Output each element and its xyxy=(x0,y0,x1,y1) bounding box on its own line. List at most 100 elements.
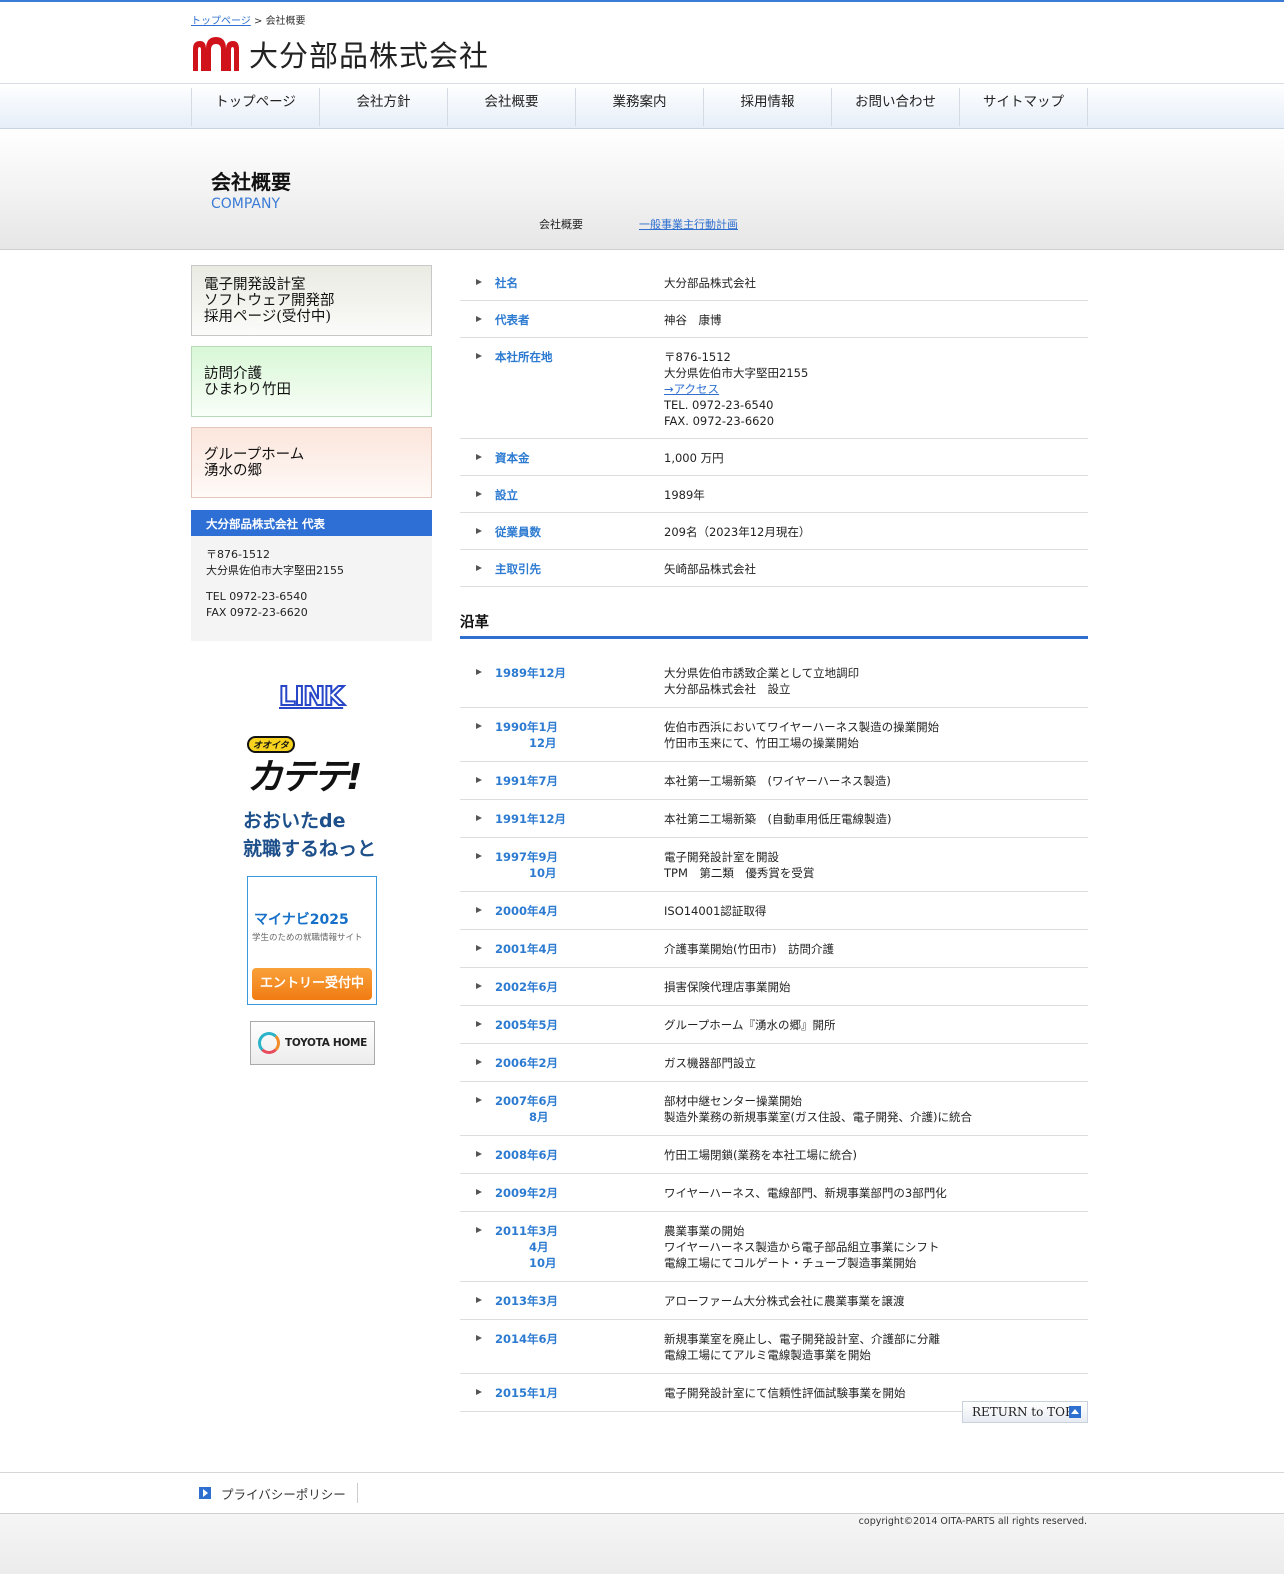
profile-key: 社名 xyxy=(460,275,664,291)
history-date: 1991年7月 xyxy=(460,773,664,789)
history-event: 介護事業開始(竹田市) 訪問介護 xyxy=(664,941,1088,957)
sub-nav-action-plan-link[interactable]: 一般事業主行動計画 xyxy=(639,216,738,232)
profile-value: 矢崎部品株式会社 xyxy=(664,562,756,576)
banner-line: ひまわり竹田 xyxy=(204,381,291,398)
mynavi-entry-button[interactable]: エントリー受付中 xyxy=(252,968,372,1000)
sub-nav: 会社概要 一般事業主行動計画 xyxy=(539,216,738,232)
history-row: 2008年6月 竹田工場閉鎖(業務を本社工場に統合) xyxy=(460,1136,1088,1174)
profile-row: 設立 1989年 xyxy=(460,476,1088,513)
history-event-line: 佐伯市西浜においてワイヤーハーネス製造の操業開始 xyxy=(664,720,940,734)
site-logo[interactable]: 大分部品株式会社 xyxy=(191,34,489,74)
history-event-line: TPM 第二類 優秀賞を受賞 xyxy=(664,866,815,880)
profile-value: 1,000 万円 xyxy=(664,451,724,465)
hq-postal: 〒876-1512 xyxy=(664,350,731,364)
history-event: 竹田工場閉鎖(業務を本社工場に統合) xyxy=(664,1147,1088,1163)
katete-banner[interactable]: オオイタ カテテ! xyxy=(247,736,377,798)
history-row: 2005年5月 グループホーム『湧水の郷』開所 xyxy=(460,1006,1088,1044)
history-event-line: 製造外業務の新規事業室(ガス住設、電子開発、介護)に統合 xyxy=(664,1110,972,1124)
link-heading: LINK xyxy=(278,681,345,713)
footer-nav: プライバシーポリシー xyxy=(0,1472,1284,1514)
history-date: 1990年1月 12月 xyxy=(460,719,664,751)
history-event: ワイヤーハーネス、電線部門、新規事業部門の3部門化 xyxy=(664,1185,1088,1201)
history-date: 2006年2月 xyxy=(460,1055,664,1071)
history-date-line: 2001年4月 xyxy=(495,942,559,956)
history-table: 1989年12月 大分県佐伯市誘致企業として立地調印 大分部品株式会社 設立 1990… xyxy=(460,654,1088,1412)
nav-item-business[interactable]: 業務案内 xyxy=(576,88,704,126)
history-event-line: アローファーム大分株式会社に農業事業を譲渡 xyxy=(664,1294,905,1308)
nav-item-contact[interactable]: お問い合わせ xyxy=(832,88,960,126)
global-nav: トップページ 会社方針 会社概要 業務案内 採用情報 お問い合わせ サイトマップ xyxy=(191,88,1088,126)
breadcrumb-current: 会社概要 xyxy=(265,16,306,27)
history-date-line: 2002年6月 xyxy=(495,980,559,994)
history-date-line: 2015年1月 xyxy=(495,1386,559,1400)
history-event: 電子開発設計室を開設 TPM 第二類 優秀賞を受賞 xyxy=(664,849,1088,881)
main-content: 社名 大分部品株式会社 代表者 神谷 康博 本社所在地 〒876-1512 大分… xyxy=(460,264,1088,1412)
breadcrumb-separator: > xyxy=(250,16,266,27)
history-event: ガス機器部門設立 xyxy=(664,1055,1088,1071)
banner-home-care[interactable]: 訪問介護 ひまわり竹田 xyxy=(191,346,432,417)
banner-line: ソフトウェア開発部 xyxy=(204,292,335,309)
sidebar: 電子開発設計室 ソフトウェア開発部 採用ページ(受付中) 訪問介護 ひまわり竹田… xyxy=(191,265,432,641)
profile-key: 資本金 xyxy=(460,450,664,466)
history-event-line: ISO14001認証取得 xyxy=(664,904,767,918)
top-accent-line xyxy=(0,0,1284,2)
oita-job-net-banner[interactable]: おおいたde 就職するねっと xyxy=(243,806,376,861)
global-nav-bar: トップページ 会社方針 会社概要 業務案内 採用情報 お問い合わせ サイトマップ xyxy=(0,83,1284,129)
nav-item-company[interactable]: 会社概要 xyxy=(448,88,576,126)
oita-line2: 就職するねっと xyxy=(243,838,377,860)
nav-item-top[interactable]: トップページ xyxy=(192,88,320,126)
page-subtitle: COMPANY xyxy=(211,196,281,212)
sub-nav-current: 会社概要 xyxy=(539,218,583,231)
toyota-home-banner[interactable]: TOYOTA HOME xyxy=(250,1021,375,1065)
profile-key: 主取引先 xyxy=(460,561,664,577)
history-date-line: 10月 xyxy=(529,866,557,880)
privacy-policy-link[interactable]: プライバシーポリシー xyxy=(199,1483,358,1503)
history-row: 1997年9月 10月 電子開発設計室を開設 TPM 第二類 優秀賞を受賞 xyxy=(460,838,1088,892)
history-row: 1989年12月 大分県佐伯市誘致企業として立地調印 大分部品株式会社 設立 xyxy=(460,654,1088,708)
profile-row: 本社所在地 〒876-1512 大分県佐伯市大字堅田2155 →アクセス TEL… xyxy=(460,338,1088,439)
banner-line: 採用ページ(受付中) xyxy=(204,308,332,325)
return-to-top-button[interactable]: RETURN to TOP xyxy=(962,1401,1088,1423)
copyright: copyright©2014 OITA-PARTS all rights res… xyxy=(858,1516,1087,1527)
company-logo-icon xyxy=(193,37,239,71)
history-date: 2000年4月 xyxy=(460,903,664,919)
access-link[interactable]: →アクセス xyxy=(664,382,719,396)
history-event: ISO14001認証取得 xyxy=(664,903,1088,919)
oita-line1: おおいたde xyxy=(243,810,346,832)
history-date: 2008年6月 xyxy=(460,1147,664,1163)
history-date: 2011年3月 4月 10月 xyxy=(460,1223,664,1271)
history-date-line: 2006年2月 xyxy=(495,1056,559,1070)
profile-value: 1989年 xyxy=(664,488,705,502)
history-date-line: 1997年9月 xyxy=(495,850,559,864)
banner-line: 湧水の郷 xyxy=(204,462,262,479)
profile-value: 〒876-1512 大分県佐伯市大字堅田2155 →アクセス TEL. 0972… xyxy=(664,349,1088,429)
hq-fax: FAX. 0972-23-6620 xyxy=(664,414,775,428)
return-to-top-label: RETURN to TOP xyxy=(972,1405,1074,1419)
history-date: 2005年5月 xyxy=(460,1017,664,1033)
mynavi-title: マイナビ2025 xyxy=(254,912,349,928)
history-row: 2007年6月 8月 部材中継センター操業開始 製造外業務の新規事業室(ガス住設、電子… xyxy=(460,1082,1088,1136)
history-event-line: 損害保険代理店事業開始 xyxy=(664,980,791,994)
history-event-line: 本社第二工場新築 (自動車用低圧電線製造) xyxy=(664,812,892,826)
history-date-line: 2008年6月 xyxy=(495,1148,559,1162)
nav-item-sitemap[interactable]: サイトマップ xyxy=(960,88,1088,126)
nav-item-policy[interactable]: 会社方針 xyxy=(320,88,448,126)
history-row: 1991年7月 本社第一工場新築 (ワイヤーハーネス製造) xyxy=(460,762,1088,800)
history-event: アローファーム大分株式会社に農業事業を譲渡 xyxy=(664,1293,1088,1309)
history-event-line: 農業事業の開始 xyxy=(664,1224,745,1238)
mynavi-tagline: 学生のための就職情報サイト xyxy=(252,933,363,943)
banner-recruit-dev[interactable]: 電子開発設計室 ソフトウェア開発部 採用ページ(受付中) xyxy=(191,265,432,336)
history-date-line: 4月 xyxy=(529,1240,549,1254)
banner-group-home[interactable]: グループホーム 湧水の郷 xyxy=(191,427,432,498)
nav-item-recruit[interactable]: 採用情報 xyxy=(704,88,832,126)
history-event-line: グループホーム『湧水の郷』開所 xyxy=(664,1018,836,1032)
mynavi-banner[interactable]: マイナビ2025 学生のための就職情報サイト エントリー受付中 xyxy=(247,876,377,1005)
breadcrumb-home-link[interactable]: トップページ xyxy=(191,16,251,27)
toyota-home-logo-icon xyxy=(258,1032,280,1054)
history-date: 2013年3月 xyxy=(460,1293,664,1309)
banner-line: 訪問介護 xyxy=(204,365,262,382)
history-date: 2001年4月 xyxy=(460,941,664,957)
history-row: 2009年2月 ワイヤーハーネス、電線部門、新規事業部門の3部門化 xyxy=(460,1174,1088,1212)
history-event: グループホーム『湧水の郷』開所 xyxy=(664,1017,1088,1033)
profile-key: 設立 xyxy=(460,487,664,503)
